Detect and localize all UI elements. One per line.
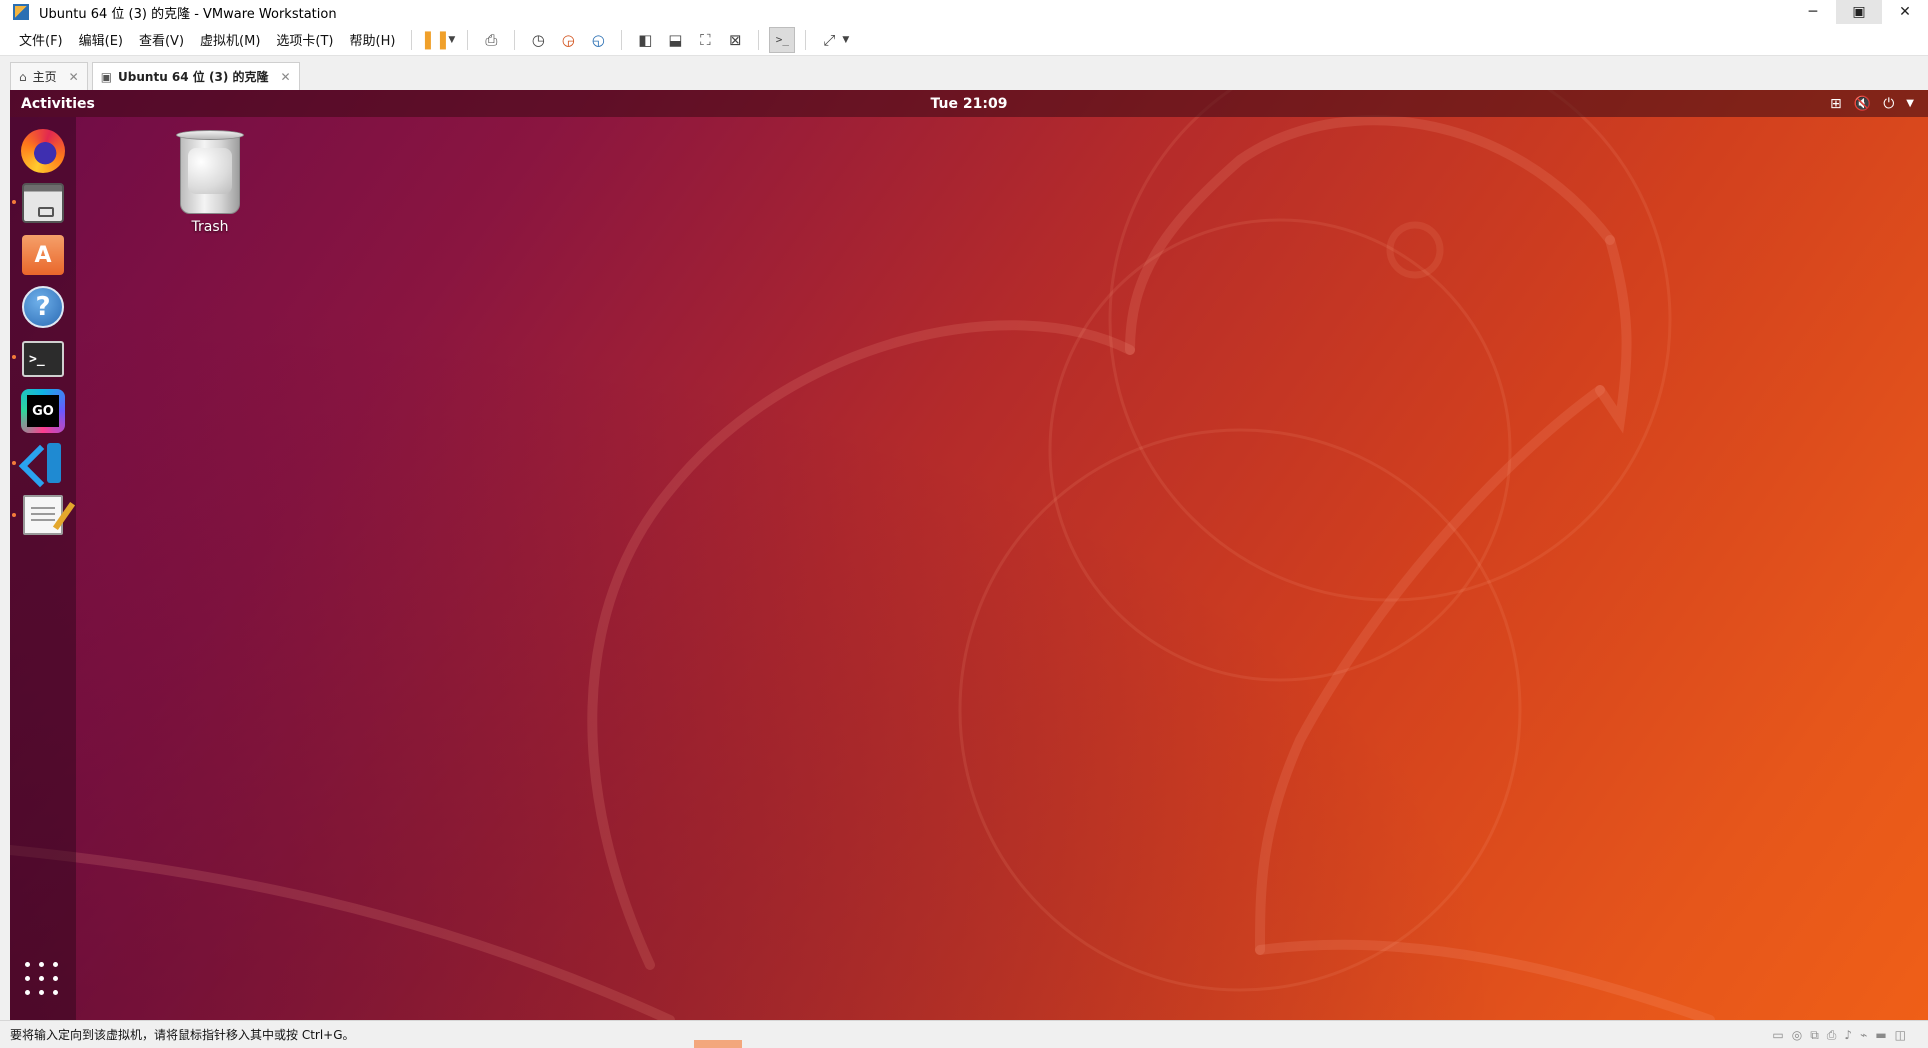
- home-icon: ⌂: [19, 69, 27, 84]
- tab-vm-label: Ubuntu 64 位 (3) 的克隆: [118, 70, 269, 84]
- menu-view[interactable]: 查看(V): [131, 30, 192, 49]
- close-tab-icon[interactable]: ✕: [280, 70, 290, 84]
- status-bar: 要将输入定向到该虚拟机，请将鼠标指针移入其中或按 Ctrl+G。 ▭ ◎ ⧉ ⎙…: [0, 1020, 1928, 1048]
- dock-vscode[interactable]: [19, 439, 67, 487]
- running-indicator: [12, 461, 16, 465]
- gnome-top-bar: Activities Tue 21:09 ⊞ 🔇 ⏻ ▼: [10, 90, 1928, 117]
- dock-software-center[interactable]: A: [19, 231, 67, 279]
- stretch-guest-icon[interactable]: ⤢: [816, 27, 842, 53]
- hard-disk-icon[interactable]: ▭: [1772, 1028, 1783, 1043]
- close-button[interactable]: ✕: [1882, 0, 1928, 24]
- printer-icon[interactable]: ⎙: [1827, 1028, 1837, 1043]
- files-icon: [22, 183, 64, 223]
- menu-toolbar: 文件(F) 编辑(E) 查看(V) 虚拟机(M) 选项卡(T) 帮助(H) ❚❚…: [0, 24, 1928, 56]
- stretch-dropdown-icon[interactable]: ▼: [842, 35, 849, 45]
- activities-button[interactable]: Activities: [21, 96, 95, 112]
- window-titlebar: Ubuntu 64 位 (3) 的克隆 - VMware Workstation…: [0, 0, 1928, 24]
- console-view-icon[interactable]: >_: [769, 26, 796, 53]
- close-tab-icon[interactable]: ✕: [69, 70, 79, 84]
- clock[interactable]: Tue 21:09: [931, 96, 1008, 112]
- display-icon[interactable]: ▬: [1875, 1028, 1886, 1043]
- toolbar-divider: [467, 29, 469, 50]
- network-adapter-icon[interactable]: ⧉: [1810, 1028, 1819, 1043]
- snapshot-manager-icon[interactable]: ◵: [585, 27, 611, 53]
- tab-vm[interactable]: ▣ Ubuntu 64 位 (3) 的克隆 ✕: [91, 62, 300, 90]
- tab-home-label: 主页: [32, 70, 57, 84]
- menu-caret-icon: ▼: [1906, 98, 1914, 109]
- toolbar-divider: [805, 29, 807, 50]
- full-screen-icon[interactable]: ⛶: [692, 27, 718, 53]
- sound-icon[interactable]: ♪: [1844, 1028, 1852, 1043]
- menu-help[interactable]: 帮助(H): [342, 30, 404, 49]
- dock-text-editor[interactable]: [19, 491, 67, 539]
- vm-loading-progress: [694, 1040, 742, 1048]
- software-center-icon: A: [22, 235, 64, 275]
- device-icons: ▭ ◎ ⧉ ⎙ ♪ ⌁ ▬ ◫: [1772, 1028, 1906, 1043]
- vm-icon: ▣: [100, 69, 113, 84]
- toolbar-divider: [411, 29, 413, 50]
- vmware-logo-icon: [13, 4, 29, 20]
- running-indicator: [12, 513, 16, 517]
- menu-vm[interactable]: 虚拟机(M): [192, 30, 268, 49]
- tab-home[interactable]: ⌂ 主页 ✕: [10, 62, 88, 90]
- minimize-button[interactable]: ─: [1790, 0, 1836, 24]
- volume-muted-icon: 🔇: [1853, 95, 1872, 112]
- tab-bar: ⌂ 主页 ✕ ▣ Ubuntu 64 位 (3) 的克隆 ✕: [0, 56, 1928, 90]
- thumbnail-bar-icon[interactable]: ⬓: [662, 27, 688, 53]
- unity-icon[interactable]: ⊠: [722, 27, 748, 53]
- clock-container: Tue 21:09: [10, 96, 1928, 112]
- toolbar-divider: [514, 29, 516, 50]
- usb-icon[interactable]: ⌁: [1860, 1028, 1867, 1043]
- terminal-icon: >_: [22, 341, 64, 377]
- cd-icon[interactable]: ◎: [1792, 1028, 1802, 1043]
- menu-edit[interactable]: 编辑(E): [71, 30, 131, 49]
- trash-label: Trash: [191, 219, 229, 235]
- dock-goland[interactable]: GO: [19, 387, 67, 435]
- pause-icon[interactable]: ❚❚: [420, 27, 450, 53]
- snapshot-icon[interactable]: ◷: [525, 27, 551, 53]
- power-icon: ⏻: [1883, 95, 1895, 112]
- toolbar-divider: [758, 29, 760, 50]
- menu-tabs[interactable]: 选项卡(T): [268, 30, 341, 49]
- dock-help[interactable]: ?: [19, 283, 67, 331]
- trash-icon: [176, 130, 244, 216]
- dock-files[interactable]: [19, 179, 67, 227]
- status-message: 要将输入定向到该虚拟机，请将鼠标指针移入其中或按 Ctrl+G。: [10, 1028, 355, 1042]
- dock: A ? >_ GO: [10, 117, 76, 1020]
- vscode-icon: [21, 441, 65, 485]
- goland-glyph: GO: [27, 395, 59, 427]
- message-icon[interactable]: ◫: [1895, 1028, 1906, 1043]
- dock-terminal[interactable]: >_: [19, 335, 67, 383]
- running-indicator: [12, 355, 16, 359]
- library-icon[interactable]: ◧: [632, 27, 658, 53]
- show-applications-icon[interactable]: [25, 962, 61, 998]
- toolbar-divider: [621, 29, 623, 50]
- pause-dropdown-icon[interactable]: ▼: [448, 35, 455, 45]
- dock-firefox[interactable]: [19, 127, 67, 175]
- wallpaper-art: [10, 90, 1715, 1020]
- maximize-button[interactable]: ▣: [1836, 0, 1882, 24]
- menu-file[interactable]: 文件(F): [11, 30, 71, 49]
- text-editor-icon: [23, 495, 63, 535]
- help-icon: ?: [22, 286, 64, 328]
- network-icon: ⊞: [1830, 95, 1842, 112]
- window-title: Ubuntu 64 位 (3) 的克隆 - VMware Workstation: [39, 6, 337, 22]
- send-ctrl-alt-del-icon[interactable]: ⎙: [478, 27, 504, 53]
- goland-icon: GO: [21, 389, 65, 433]
- revert-snapshot-icon[interactable]: ◶: [555, 27, 581, 53]
- firefox-icon: [21, 129, 65, 173]
- desktop-trash[interactable]: Trash: [160, 130, 260, 235]
- running-indicator: [12, 200, 16, 204]
- vm-display[interactable]: Activities Tue 21:09 ⊞ 🔇 ⏻ ▼ A ? >_ GO T…: [10, 90, 1928, 1020]
- system-tray[interactable]: ⊞ 🔇 ⏻ ▼: [1830, 90, 1914, 117]
